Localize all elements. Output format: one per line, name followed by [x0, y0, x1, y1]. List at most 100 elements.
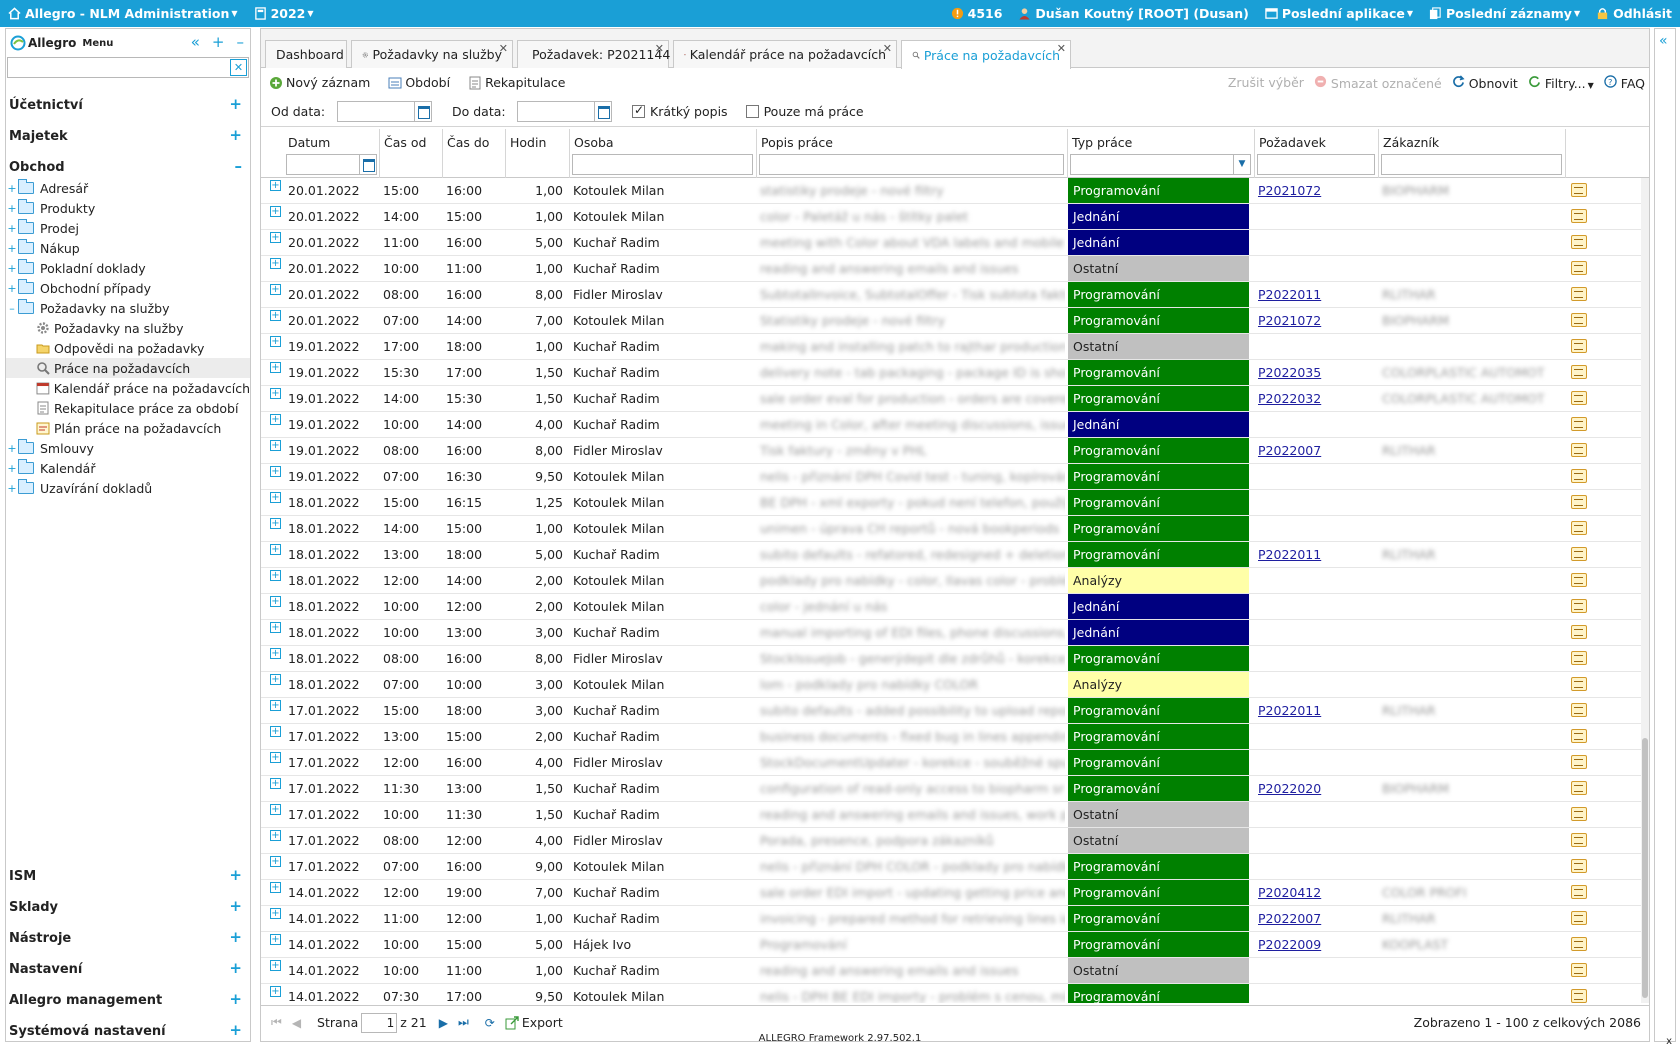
row-expand-icon[interactable]: +	[270, 258, 281, 269]
column-header-datum[interactable]: Datum	[284, 129, 379, 178]
row-detail-icon[interactable]	[1571, 781, 1587, 795]
table-row[interactable]: +19.01.2022 10:00 14:00 4,00 Kuchař Radim mee…	[261, 412, 1641, 438]
alerts-counter[interactable]: 4516	[943, 6, 1011, 21]
table-row[interactable]: +14.01.2022 10:00 11:00 1,00 Kuchař Radim rea…	[261, 958, 1641, 984]
logout-button[interactable]: Odhlásit	[1588, 6, 1680, 21]
row-expand-icon[interactable]: +	[270, 622, 281, 633]
row-detail-icon[interactable]	[1571, 599, 1587, 613]
cancel-selection-button[interactable]: Zrušit výběr	[1228, 75, 1304, 90]
row-expand-icon[interactable]: +	[270, 804, 281, 815]
request-link[interactable]: P2021072	[1258, 183, 1321, 198]
page-input[interactable]: 1	[361, 1012, 398, 1033]
expand-icon[interactable]: +	[229, 897, 242, 915]
tree-expand-icon[interactable]: +	[6, 222, 18, 235]
request-link[interactable]: P2021072	[1258, 313, 1321, 328]
row-expand-icon[interactable]: +	[270, 882, 281, 893]
row-expand-icon[interactable]: +	[270, 336, 281, 347]
scrollbar-thumb[interactable]	[1642, 738, 1648, 998]
table-row[interactable]: +20.01.2022 11:00 16:00 5,00 Kuchař Radim mee…	[261, 230, 1641, 256]
row-expand-icon[interactable]: +	[270, 596, 281, 607]
calendar-icon[interactable]	[359, 155, 376, 174]
cell-pozadavek[interactable]: P2022007	[1254, 438, 1376, 464]
column-header-popis[interactable]: Popis práce	[756, 129, 1067, 178]
row-detail-icon[interactable]	[1571, 703, 1587, 717]
close-tab-icon[interactable]: ✕	[1057, 42, 1066, 55]
expand-icon[interactable]: +	[229, 928, 242, 946]
close-tab-icon[interactable]: ✕	[883, 42, 892, 55]
row-expand-icon[interactable]: +	[270, 986, 281, 997]
table-row[interactable]: +20.01.2022 14:00 15:00 1,00 Kotoulek Milan c…	[261, 204, 1641, 230]
row-detail-icon[interactable]	[1571, 573, 1587, 587]
sidebar-section-obchod[interactable]: Obchod –	[6, 153, 250, 181]
customer-filter-input[interactable]	[1381, 154, 1562, 175]
tree-collapse-icon[interactable]: –	[6, 302, 18, 315]
table-row[interactable]: +18.01.2022 10:00 12:00 2,00 Kotoulek Milan c…	[261, 594, 1641, 620]
filters-button[interactable]: Filtry... ▼	[1528, 75, 1594, 91]
row-detail-icon[interactable]	[1571, 209, 1587, 223]
cell-pozadavek[interactable]: P2022009	[1254, 932, 1376, 958]
table-row[interactable]: +17.01.2022 13:00 15:00 2,00 Kuchař Radim bus…	[261, 724, 1641, 750]
description-filter-input[interactable]	[759, 154, 1064, 175]
row-expand-icon[interactable]: +	[270, 674, 281, 685]
table-row[interactable]: +18.01.2022 14:00 15:00 1,00 Kotoulek Milan u…	[261, 516, 1641, 542]
recap-button[interactable]: Rekapitulace	[468, 75, 566, 90]
row-expand-icon[interactable]: +	[270, 440, 281, 451]
row-expand-icon[interactable]: +	[270, 752, 281, 763]
expand-icon[interactable]: +	[229, 866, 242, 884]
cell-pozadavek[interactable]: P2021072	[1254, 178, 1376, 204]
table-row[interactable]: +17.01.2022 15:00 18:00 3,00 Kuchař Radim sub…	[261, 698, 1641, 724]
row-expand-icon[interactable]: +	[270, 466, 281, 477]
recent-records-menu[interactable]: Poslední záznamy ▼	[1421, 6, 1588, 21]
request-link[interactable]: P2022032	[1258, 391, 1321, 406]
tree-item-nakup[interactable]: + Nákup	[6, 238, 250, 258]
recent-apps-menu[interactable]: Poslední aplikace ▼	[1257, 6, 1421, 21]
table-row[interactable]: +14.01.2022 10:00 15:00 5,00 Hájek Ivo Progra…	[261, 932, 1641, 958]
tree-subitem-pozadavky-na-sluzby[interactable]: Požadavky na služby	[6, 318, 250, 338]
row-detail-icon[interactable]	[1571, 989, 1587, 1003]
table-row[interactable]: +18.01.2022 13:00 18:00 5,00 Kuchař Radim sub…	[261, 542, 1641, 568]
column-header-hodin[interactable]: Hodin	[505, 129, 569, 178]
tree-expand-icon[interactable]: +	[6, 462, 18, 475]
tree-item-uzavirani-dokladu[interactable]: + Uzavírání dokladů	[6, 478, 250, 498]
vertical-scrollbar[interactable]	[1641, 178, 1649, 1003]
request-link[interactable]: P2022007	[1258, 911, 1321, 926]
column-header-osoba[interactable]: Osoba	[569, 129, 756, 178]
row-detail-icon[interactable]	[1571, 677, 1587, 691]
table-row[interactable]: +17.01.2022 07:00 16:00 9,00 Kotoulek Milan n…	[261, 854, 1641, 880]
row-detail-icon[interactable]	[1571, 391, 1587, 405]
row-detail-icon[interactable]	[1571, 313, 1587, 327]
row-expand-icon[interactable]: +	[270, 960, 281, 971]
calendar-icon[interactable]	[594, 102, 611, 121]
row-expand-icon[interactable]: +	[270, 206, 281, 217]
tree-expand-icon[interactable]: +	[6, 442, 18, 455]
row-expand-icon[interactable]: +	[270, 778, 281, 789]
sidebar-section-sklady[interactable]: Sklady +	[6, 893, 250, 921]
tab-kalendar[interactable]: Kalendář práce na požadavcích ✕	[673, 40, 897, 68]
chevron-down-icon[interactable]: ▼	[1233, 155, 1250, 174]
faq-button[interactable]: ? FAQ	[1604, 74, 1645, 91]
date-filter-input[interactable]	[286, 154, 377, 175]
cell-pozadavek[interactable]: P2022007	[1254, 906, 1376, 932]
column-header-pozadavek[interactable]: Požadavek	[1254, 129, 1378, 178]
row-expand-icon[interactable]: +	[270, 908, 281, 919]
person-filter-input[interactable]	[572, 154, 753, 175]
tree-expand-icon[interactable]: +	[6, 262, 18, 275]
tree-expand-icon[interactable]: +	[6, 482, 18, 495]
table-row[interactable]: +20.01.2022 08:00 16:00 8,00 Fidler Miroslav…	[261, 282, 1641, 308]
cell-pozadavek[interactable]: P2020412	[1254, 880, 1376, 906]
sidebar-section-nastroje[interactable]: Nástroje +	[6, 924, 250, 952]
cell-pozadavek[interactable]: P2022032	[1254, 386, 1376, 412]
year-selector[interactable]: 2022 ▼	[246, 6, 322, 21]
row-expand-icon[interactable]: +	[270, 284, 281, 295]
expand-icon[interactable]: +	[229, 990, 242, 1008]
table-row[interactable]: +17.01.2022 08:00 12:00 4,00 Fidler Miroslav…	[261, 828, 1641, 854]
delete-marked-button[interactable]: Smazat označené	[1314, 75, 1442, 91]
tab-prace-na-pozadavcich[interactable]: Práce na požadavcích ✕	[901, 40, 1071, 69]
clear-search-icon[interactable]: ✕	[230, 59, 247, 76]
close-tab-icon[interactable]: ✕	[655, 42, 664, 55]
footer-close-icon[interactable]: x	[1666, 1036, 1672, 1047]
refresh-button[interactable]: Obnovit	[1452, 74, 1518, 91]
app-menu[interactable]: Allegro - NLM Administration ▼	[0, 6, 246, 21]
my-work-checkbox[interactable]	[745, 105, 759, 118]
table-row[interactable]: +14.01.2022 12:00 19:00 7,00 Kuchař Radim sal…	[261, 880, 1641, 906]
